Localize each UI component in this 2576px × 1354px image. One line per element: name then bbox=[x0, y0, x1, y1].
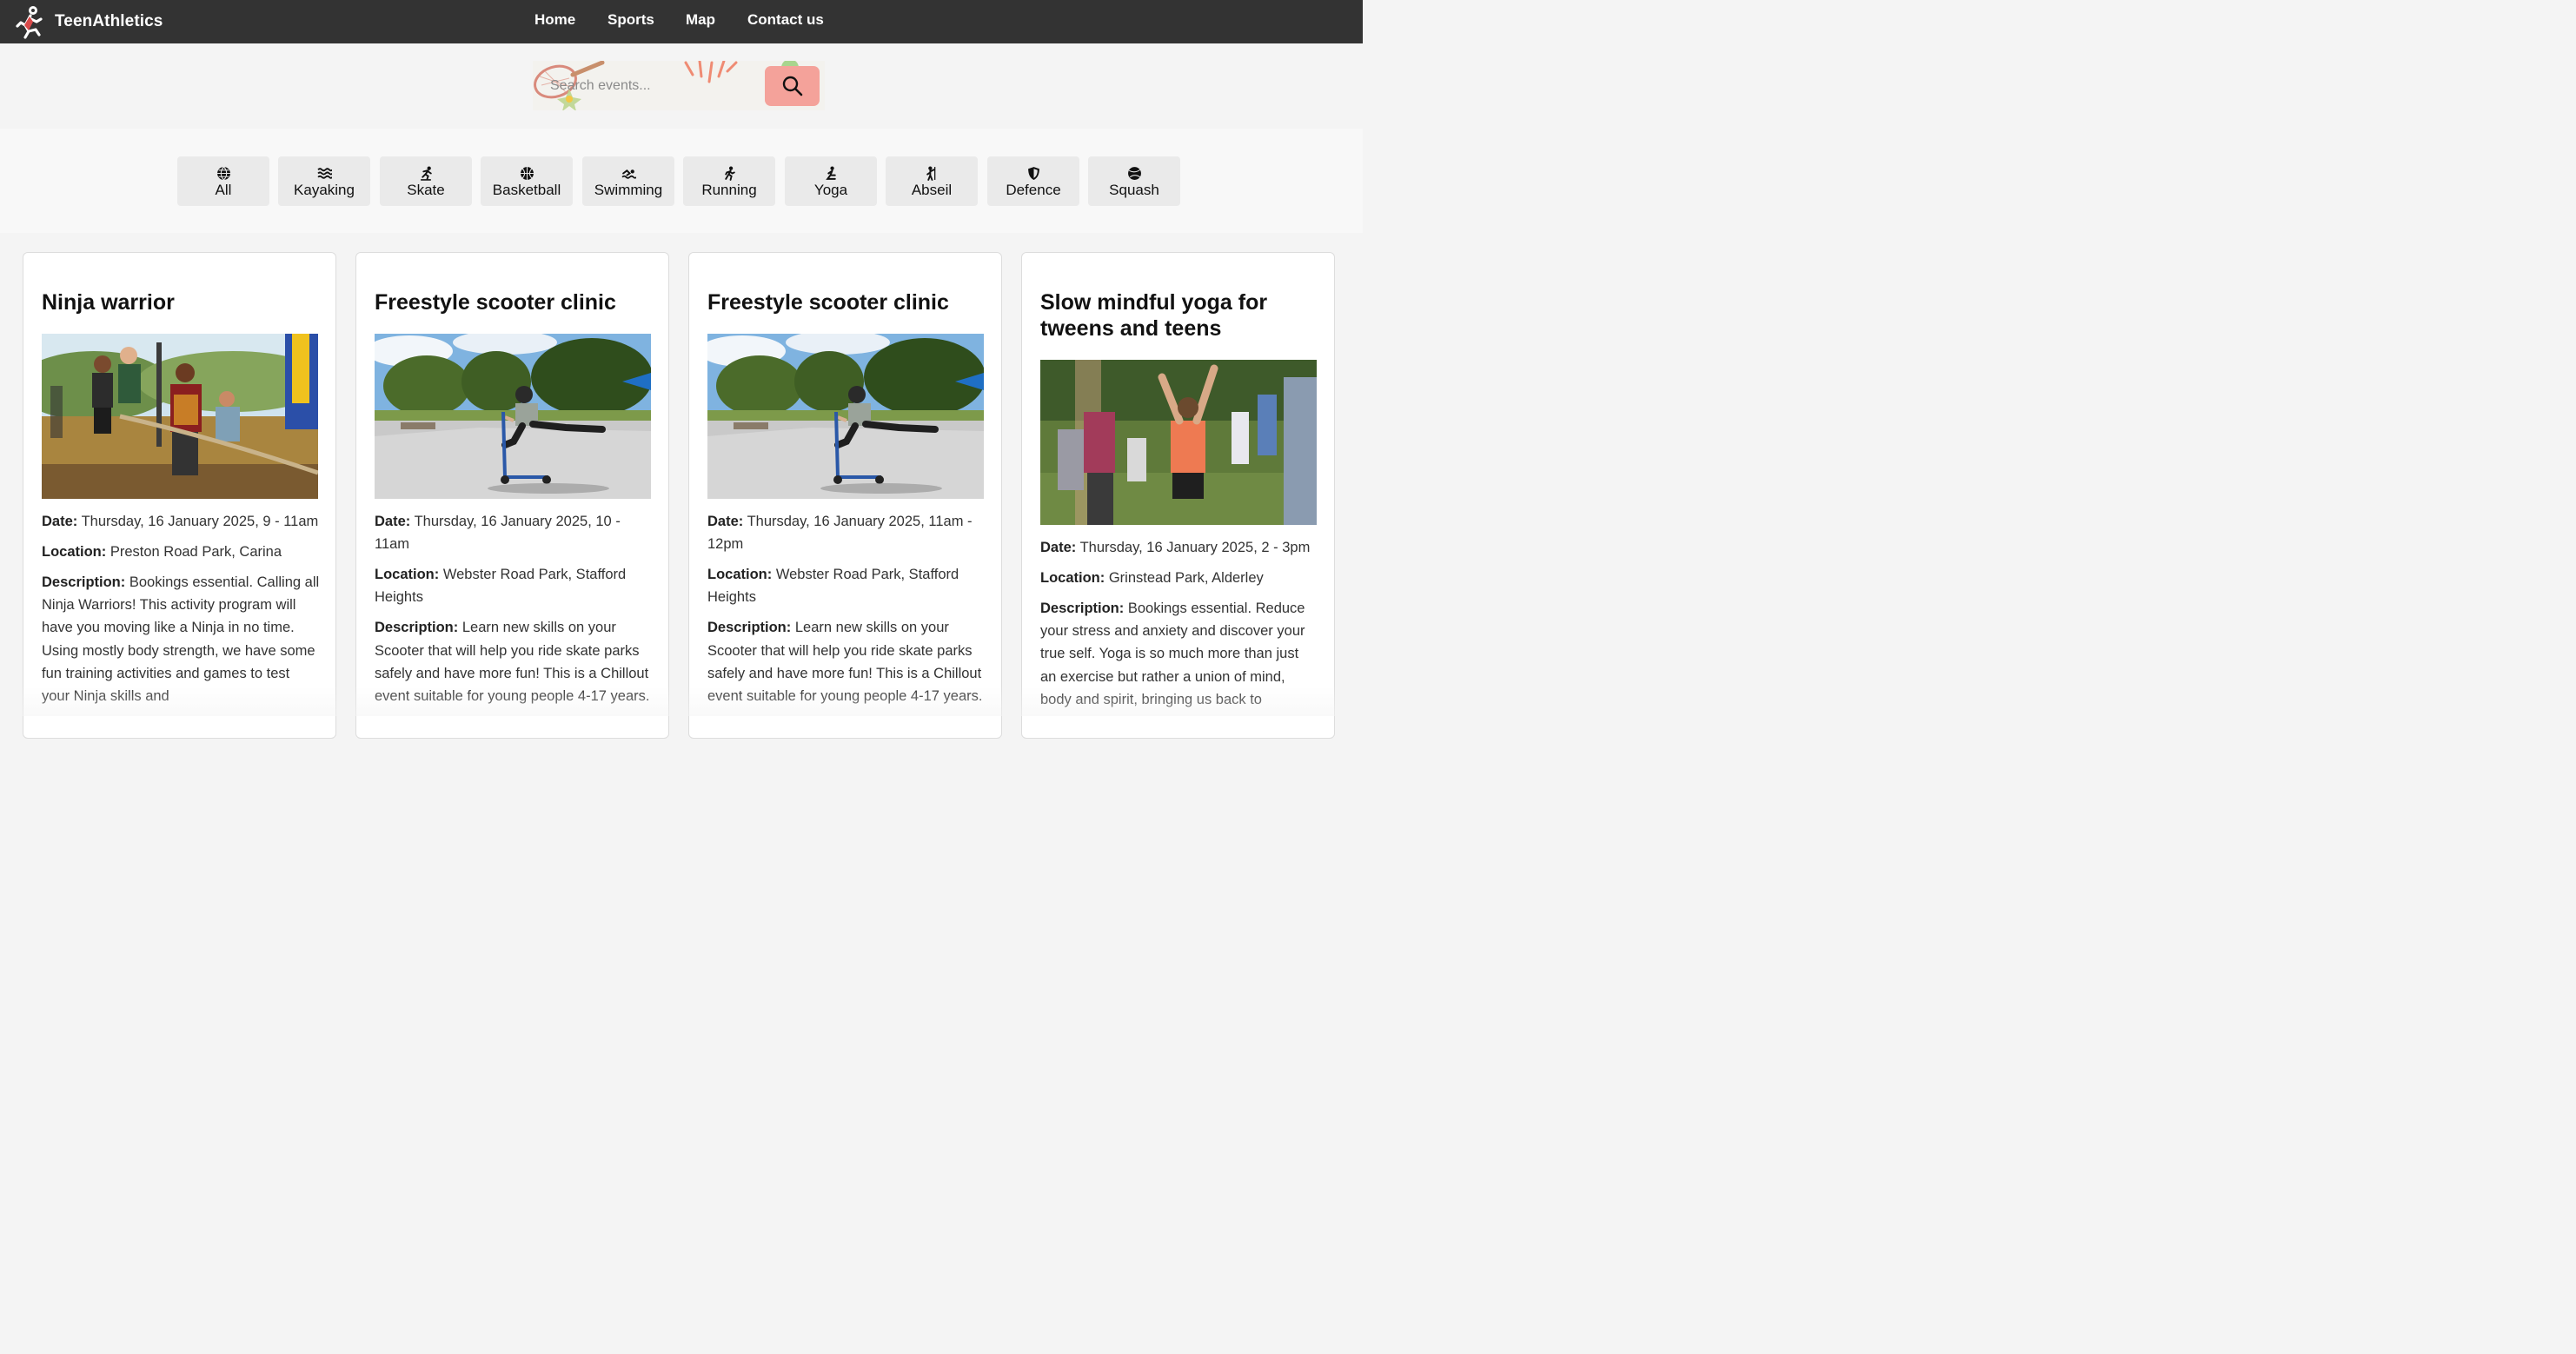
event-photo bbox=[42, 334, 318, 499]
event-date: Date: Thursday, 16 January 2025, 9 - 11a… bbox=[42, 514, 319, 529]
filter-button-swimming[interactable]: Swimming bbox=[582, 156, 674, 206]
event-card[interactable]: Ninja warrior Date: Thursday, 16 January… bbox=[23, 252, 336, 739]
event-title: Freestyle scooter clinic bbox=[375, 290, 616, 315]
nav-link-home[interactable]: Home bbox=[534, 11, 575, 29]
ninja-warrior-photo bbox=[42, 334, 318, 499]
event-photo bbox=[375, 334, 651, 499]
event-location: Location: Webster Road Park, Stafford He… bbox=[707, 567, 959, 606]
event-details: Date: Thursday, 16 January 2025, 11am - … bbox=[707, 510, 986, 715]
event-date: Date: Thursday, 16 January 2025, 2 - 3pm bbox=[1040, 540, 1311, 555]
search-input[interactable] bbox=[550, 75, 750, 97]
event-details: Date: Thursday, 16 January 2025, 2 - 3pm… bbox=[1040, 536, 1318, 719]
yoga-pose-icon bbox=[825, 166, 836, 180]
event-title: Ninja warrior bbox=[42, 290, 175, 315]
filter-label: Running bbox=[701, 181, 757, 198]
event-description: Description: Learn new skills on your Sc… bbox=[375, 620, 650, 705]
event-title: Freestyle scooter clinic bbox=[707, 290, 949, 315]
search-icon bbox=[782, 76, 802, 96]
skater-icon bbox=[420, 166, 432, 181]
event-card[interactable]: Slow mindful yoga for tweens and teens D… bbox=[1021, 252, 1335, 739]
filter-button-defence[interactable]: Defence bbox=[987, 156, 1079, 206]
filter-button-running[interactable]: Running bbox=[683, 156, 775, 206]
brand-name: TeenAthletics bbox=[55, 12, 163, 30]
event-location: Location: Webster Road Park, Stafford He… bbox=[375, 567, 627, 606]
ball-icon bbox=[1127, 166, 1141, 180]
event-card[interactable]: Freestyle scooter clinic Date: Thursday,… bbox=[688, 252, 1002, 739]
globe-icon bbox=[216, 166, 230, 180]
climber-icon bbox=[926, 166, 935, 181]
event-card[interactable]: Freestyle scooter clinic Date: Thursday,… bbox=[355, 252, 669, 739]
nav-link-contact[interactable]: Contact us bbox=[747, 11, 824, 29]
filter-label: Kayaking bbox=[294, 181, 355, 198]
filter-label: Squash bbox=[1109, 181, 1159, 198]
search-button[interactable] bbox=[765, 66, 820, 106]
event-location: Location: Preston Road Park, Carina bbox=[42, 543, 282, 560]
event-location: Location: Grinstead Park, Alderley bbox=[1040, 569, 1264, 586]
nav-link-sports[interactable]: Sports bbox=[607, 11, 654, 29]
top-navbar: TeenAthletics Home Sports Map Contact us bbox=[0, 0, 1363, 43]
filter-button-kayaking[interactable]: Kayaking bbox=[278, 156, 370, 206]
event-description: Description: Learn new skills on your Sc… bbox=[707, 620, 983, 705]
brand[interactable]: TeenAthletics bbox=[12, 3, 163, 40]
scooter-clinic-photo bbox=[375, 334, 651, 499]
event-photo bbox=[707, 334, 984, 499]
filter-label: Swimming bbox=[594, 181, 663, 198]
event-description: Description: Bookings essential. Reduce … bbox=[1040, 600, 1305, 707]
water-waves-icon bbox=[316, 167, 332, 179]
filter-label: Defence bbox=[1006, 181, 1061, 198]
filter-button-basketball[interactable]: Basketball bbox=[481, 156, 573, 206]
shield-icon bbox=[1027, 166, 1039, 180]
filter-button-squash[interactable]: Squash bbox=[1088, 156, 1180, 206]
event-details: Date: Thursday, 16 January 2025, 9 - 11a… bbox=[42, 510, 320, 715]
basketball-icon bbox=[520, 166, 534, 180]
nav-link-map[interactable]: Map bbox=[686, 11, 715, 29]
event-date: Date: Thursday, 16 January 2025, 11am - … bbox=[707, 514, 973, 553]
filter-button-yoga[interactable]: Yoga bbox=[785, 156, 877, 206]
filter-button-skate[interactable]: Skate bbox=[380, 156, 472, 206]
filter-label: Abseil bbox=[911, 181, 953, 198]
scooter-clinic-photo bbox=[707, 334, 984, 499]
filter-button-all[interactable]: All bbox=[177, 156, 269, 206]
event-description: Description: Bookings essential. Calling… bbox=[42, 574, 320, 705]
runner-icon bbox=[724, 166, 735, 181]
runner-logo-icon bbox=[16, 6, 43, 39]
filter-label: All bbox=[215, 181, 232, 198]
yoga-class-photo bbox=[1040, 360, 1317, 525]
filter-label: Yoga bbox=[813, 181, 848, 198]
filter-label: Basketball bbox=[492, 181, 561, 198]
filter-label: Skate bbox=[407, 181, 445, 198]
event-title: Slow mindful yoga for tweens and teens bbox=[1040, 290, 1268, 341]
event-photo bbox=[1040, 360, 1317, 525]
event-date: Date: Thursday, 16 January 2025, 10 - 11… bbox=[375, 514, 621, 553]
swimmer-icon bbox=[621, 169, 636, 179]
event-details: Date: Thursday, 16 January 2025, 10 - 11… bbox=[375, 510, 653, 715]
filter-button-abseil[interactable]: Abseil bbox=[886, 156, 978, 206]
